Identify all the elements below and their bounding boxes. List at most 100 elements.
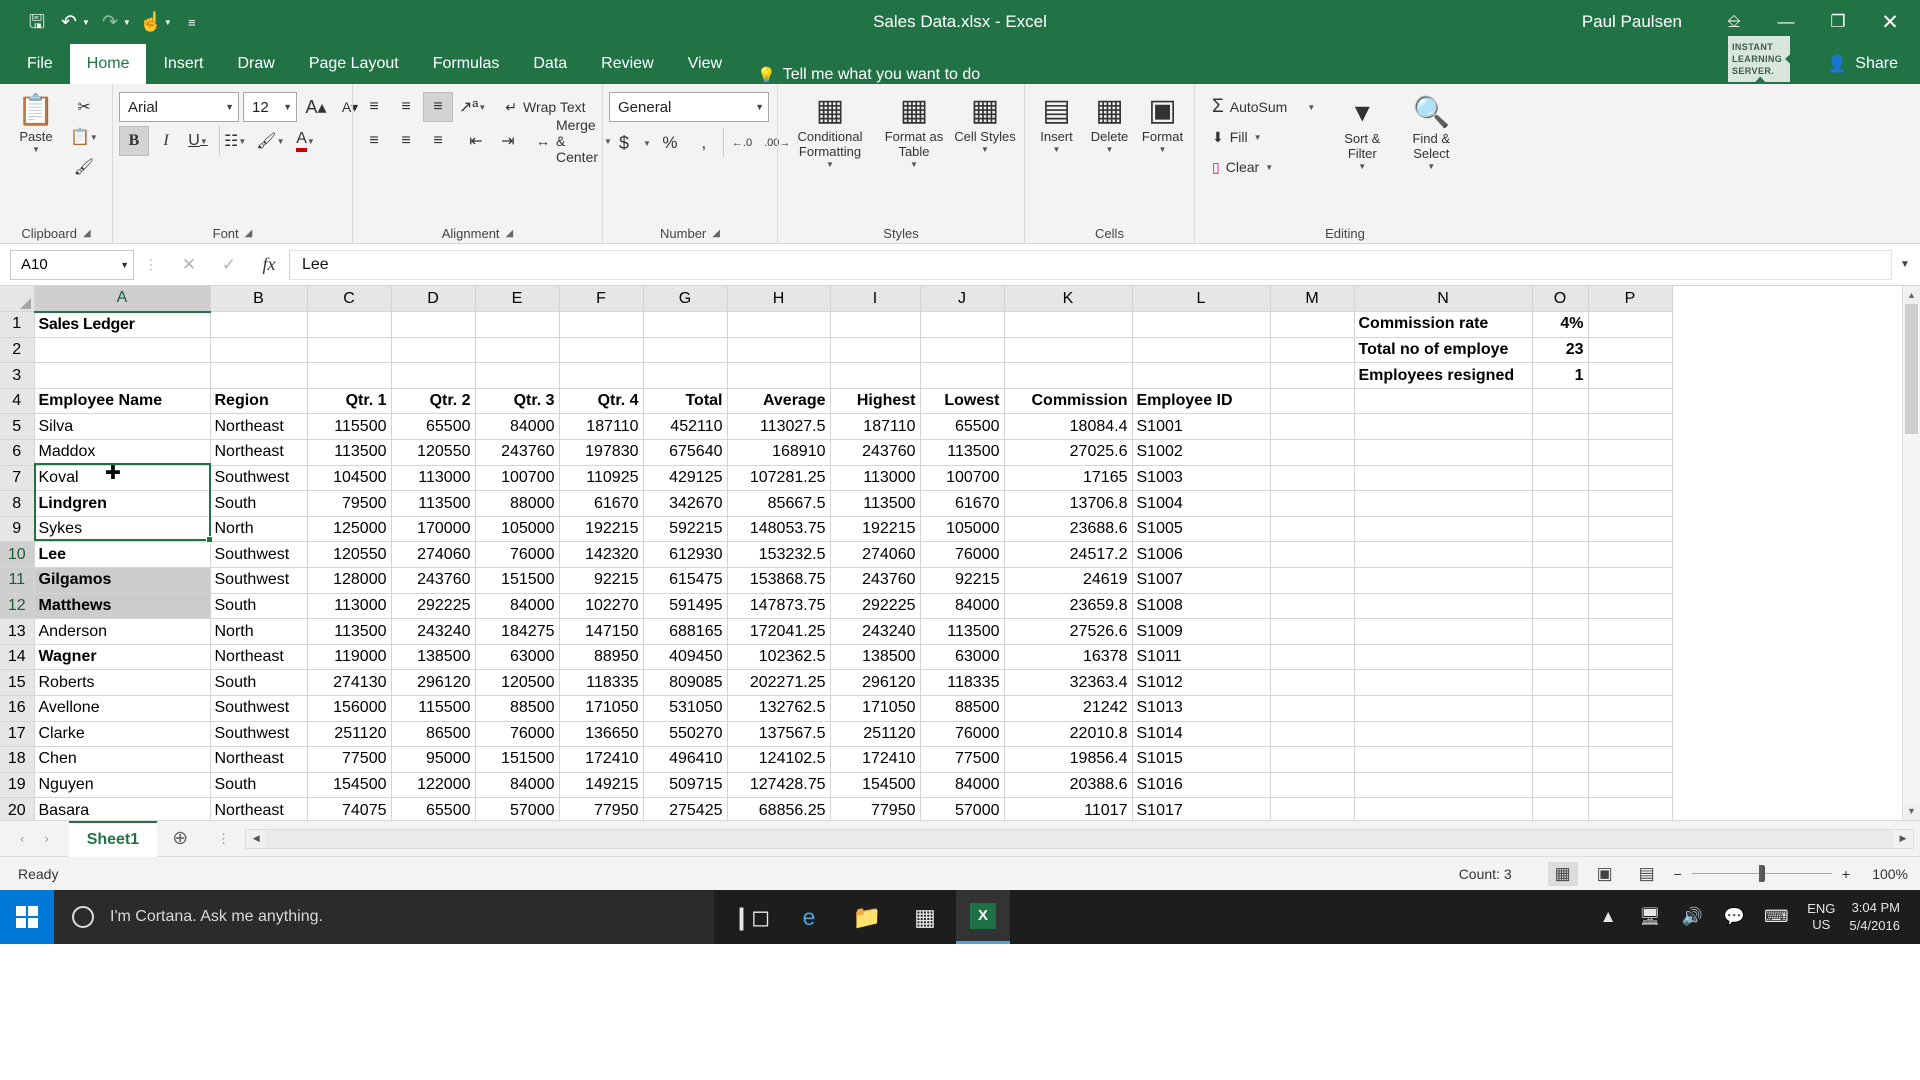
cell-name[interactable]: Gilgamos	[34, 567, 211, 594]
cell-qtr4[interactable]: 77950	[559, 797, 644, 820]
cell-o[interactable]	[1532, 439, 1589, 466]
cell-region[interactable]: Southwest	[210, 721, 308, 748]
tab-insert[interactable]: Insert	[146, 44, 220, 84]
cell-E1[interactable]	[475, 311, 560, 338]
cell-lowest[interactable]: 84000	[920, 593, 1005, 620]
cell-qtr2[interactable]: 65500	[391, 797, 476, 820]
cell-qtr4[interactable]: 187110	[559, 413, 644, 441]
cell-qtr3[interactable]: 105000	[475, 516, 560, 543]
cell-average[interactable]: 172041.25	[727, 618, 831, 645]
cell-lowest[interactable]: 105000	[920, 516, 1005, 543]
cell-highest[interactable]: 113500	[830, 490, 921, 517]
zoom-out-button[interactable]: −	[1674, 866, 1682, 882]
cell-qtr2[interactable]: 113000	[391, 465, 476, 492]
row-header[interactable]: 15	[0, 669, 35, 696]
cell-qtr4[interactable]: 61670	[559, 490, 644, 517]
cell-p[interactable]	[1588, 593, 1673, 620]
cell-name[interactable]: Roberts	[34, 669, 211, 696]
cell-H1[interactable]	[727, 311, 831, 338]
fill-color-icon[interactable]: 🖌 ▼	[252, 126, 288, 156]
cell-C2[interactable]	[307, 337, 392, 364]
cell-qtr2[interactable]: 113500	[391, 490, 476, 517]
cell-employee-id[interactable]: S1005	[1132, 516, 1271, 543]
cell-employee-id[interactable]: S1003	[1132, 465, 1271, 492]
cell-commission[interactable]: 23659.8	[1004, 593, 1133, 620]
scroll-up-icon[interactable]: ▲	[1903, 286, 1920, 304]
cell-m[interactable]	[1270, 567, 1355, 594]
language-indicator[interactable]: ENG US	[1797, 901, 1845, 932]
cell-commission[interactable]: 17165	[1004, 465, 1133, 492]
orientation-icon[interactable]: ↗ª ▼	[455, 92, 490, 122]
row-header[interactable]: 7	[0, 465, 35, 492]
sheet-tab-sheet1[interactable]: Sheet1	[68, 820, 158, 857]
redo-icon[interactable]: ↷	[95, 7, 125, 37]
cell-qtr4[interactable]: 92215	[559, 567, 644, 594]
cell-n[interactable]	[1354, 669, 1533, 696]
cell-B1[interactable]	[210, 311, 308, 338]
cell-region[interactable]: North	[210, 618, 308, 645]
tab-page-layout[interactable]: Page Layout	[292, 44, 416, 84]
cell-qtr3[interactable]: 76000	[475, 721, 560, 748]
cell-name[interactable]: Anderson	[34, 618, 211, 645]
cell-m[interactable]	[1270, 721, 1355, 748]
cell-commission[interactable]: 27025.6	[1004, 439, 1133, 466]
tab-data[interactable]: Data	[516, 44, 584, 84]
cell-A1[interactable]: Sales Ledger	[34, 311, 211, 338]
cell-m[interactable]	[1270, 490, 1355, 517]
touch-mode-icon[interactable]: ☝	[136, 7, 166, 37]
cell-p[interactable]	[1588, 541, 1673, 569]
microsoft-store-icon[interactable]: ▦	[898, 890, 952, 944]
vertical-scroll-thumb[interactable]	[1905, 304, 1918, 434]
cell-total[interactable]: 615475	[643, 567, 728, 594]
format-cells-button[interactable]: ▣ Format ▼	[1137, 90, 1188, 154]
cell-m[interactable]	[1270, 797, 1355, 820]
cell-region[interactable]: South	[210, 490, 308, 517]
grid-viewport[interactable]: A B C D E F G H I J K L M N O P 1 Sales …	[0, 286, 1902, 820]
cell-n[interactable]	[1354, 746, 1533, 773]
cell-B4[interactable]: Region	[210, 388, 308, 415]
borders-icon[interactable]: ☷ ▼	[219, 126, 250, 156]
cell-average[interactable]: 153868.75	[727, 567, 831, 594]
cell-average[interactable]: 127428.75	[727, 772, 831, 799]
network-icon[interactable]: 🖥	[1629, 890, 1671, 944]
cut-icon[interactable]: ✂	[66, 92, 102, 122]
col-header-B[interactable]: B	[210, 286, 308, 313]
row-header[interactable]: 9	[0, 516, 35, 543]
tell-me-box[interactable]: 💡 Tell me what you want to do	[739, 66, 990, 84]
cell-m[interactable]	[1270, 541, 1355, 569]
cell-A3[interactable]	[34, 362, 211, 389]
cell-p[interactable]	[1588, 669, 1673, 696]
cell-L2[interactable]	[1132, 337, 1271, 364]
cell-qtr3[interactable]: 184275	[475, 618, 560, 645]
cell-region[interactable]: South	[210, 593, 308, 620]
cell-total[interactable]: 509715	[643, 772, 728, 799]
insert-function-icon[interactable]: fx	[249, 250, 289, 280]
cell-total[interactable]: 496410	[643, 746, 728, 773]
cell-qtr1[interactable]: 154500	[307, 772, 392, 799]
action-center-icon[interactable]: 💬	[1713, 890, 1755, 944]
add-sheet-button[interactable]: ⊕	[157, 827, 203, 850]
cell-B3[interactable]	[210, 362, 308, 389]
cell-qtr2[interactable]: 243760	[391, 567, 476, 594]
cell-commission[interactable]: 19856.4	[1004, 746, 1133, 773]
cell-p[interactable]	[1588, 644, 1673, 671]
cell-o[interactable]	[1532, 516, 1589, 543]
cell-lowest[interactable]: 100700	[920, 465, 1005, 492]
cell-highest[interactable]: 77950	[830, 797, 921, 820]
cell-p[interactable]	[1588, 490, 1673, 517]
next-sheet-icon[interactable]: ›	[44, 831, 48, 846]
cell-name[interactable]: Lindgren	[34, 490, 211, 517]
cell-qtr2[interactable]: 296120	[391, 669, 476, 696]
tab-split-handle[interactable]: ⋮	[203, 831, 245, 847]
cell-average[interactable]: 202271.25	[727, 669, 831, 696]
col-header-J[interactable]: J	[920, 286, 1005, 313]
tab-formulas[interactable]: Formulas	[416, 44, 517, 84]
cell-highest[interactable]: 138500	[830, 644, 921, 671]
cell-highest[interactable]: 243240	[830, 618, 921, 645]
cell-qtr2[interactable]: 65500	[391, 413, 476, 441]
redo-dropdown-icon[interactable]: ▼	[123, 18, 131, 27]
scroll-right-icon[interactable]: ▶	[1893, 833, 1913, 844]
cell-lowest[interactable]: 84000	[920, 772, 1005, 799]
cell-C4[interactable]: Qtr. 1	[307, 388, 392, 415]
cell-region[interactable]: Southwest	[210, 695, 308, 722]
